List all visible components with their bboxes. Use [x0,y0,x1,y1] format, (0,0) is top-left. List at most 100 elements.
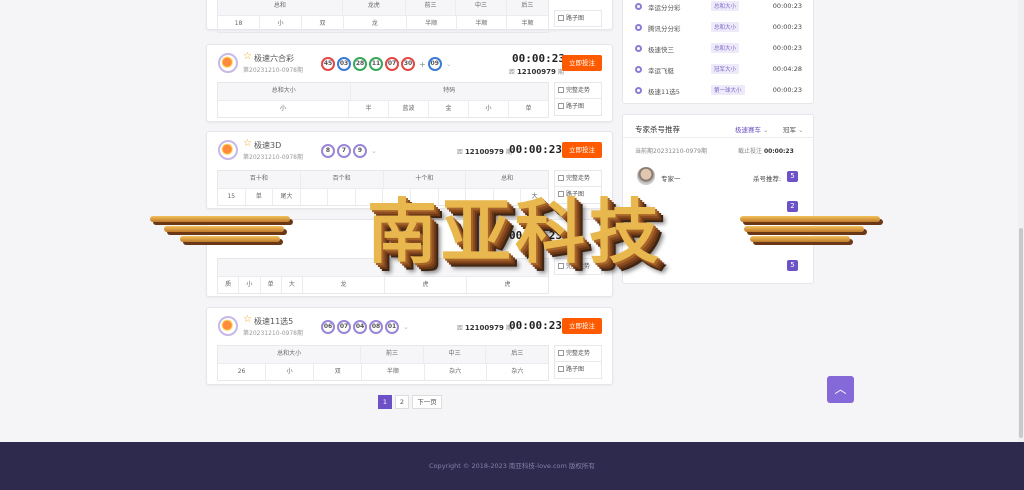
table-header: 总和大小 [271,87,296,94]
special-ball: 09 [427,57,442,71]
deadline: 截止投注 00:00:23 [738,148,794,155]
list-item[interactable]: 腾讯分分彩 总和大小 00:00:23 [633,21,805,35]
table-cell: 半顺 [506,16,548,32]
grid-icon [558,103,564,109]
result-ball: 07 [385,57,399,71]
table-cell: 杂六 [485,364,548,380]
list-item[interactable]: 幸运飞艇 冠军大小 00:04:28 [633,63,805,77]
game-name[interactable]: 极速11选5 [254,316,293,327]
result-table: 总和大小 特码 小 半 蓝波 金 小 单 [217,82,549,118]
game-period: 第20231210-0978期 [243,154,303,161]
game-card-header: ☆ 极速3D 第20231210-0978期 8 7 9 ⌄ 距 1210097… [207,132,612,168]
table-cell: 蓝波 [388,101,428,117]
table-cell: 半 [348,101,388,117]
full-trend-button[interactable]: 完整走势 [554,82,602,99]
full-trend-button[interactable]: 完整走势 [554,345,602,362]
back-to-top-button[interactable]: ︿ [827,376,854,403]
table-header: 中三 [422,346,486,363]
table-header: 特码 [349,83,548,100]
current-period: 当前期20231210-0979期 [635,148,707,155]
game-name[interactable]: 极速六合彩 [254,53,294,64]
game-card-header: ☆ 极速11选5 第20231210-0978期 06 07 04 08 01 … [207,308,612,344]
countdown-timer: 00:00:23 [509,143,562,156]
game-name[interactable]: 极速3D [254,140,281,151]
bet-now-button[interactable]: 立即投注 [562,142,602,158]
status-badge: 总和大小 [711,43,740,53]
side-links: 路子图 [554,10,602,27]
result-balls: 06 07 04 08 01 ⌄ [321,320,409,334]
table-header: 中三 [455,0,506,15]
kill-number: 5 [787,171,798,182]
circle-icon [635,24,642,31]
result-ball: 11 [369,57,383,71]
list-item[interactable]: 极速快三 总和大小 00:00:23 [633,42,805,56]
countdown-timer: 00:00:23 [509,319,562,332]
divider [623,137,813,138]
chevron-down-icon[interactable]: ⌄ [371,147,377,155]
game-logo-icon [218,316,238,336]
favorite-star-icon[interactable]: ☆ [243,139,252,149]
result-ball: 08 [369,320,383,334]
favorite-star-icon[interactable]: ☆ [243,52,252,62]
chevron-down-icon[interactable]: ⌄ [446,60,452,68]
table-cell: 金 [428,101,468,117]
table-cell: 小 [265,364,313,380]
copyright: Copyright © 2018-2023 南亚科技-love.com 版权所有 [429,462,595,470]
table-cell: 半顺 [361,364,423,380]
chevron-down-icon: ⌄ [763,126,769,134]
expert-select-game[interactable]: 极速赛车 ⌄ [735,124,769,134]
side-links: 完整走势 路子图 [554,82,602,116]
table-cell: 双 [313,364,361,380]
table-cell: 双 [301,16,343,32]
table-cell: 18 [234,20,243,27]
result-ball: 01 [385,320,399,334]
road-map-button[interactable]: 路子图 [554,10,602,27]
result-ball: 06 [321,320,335,334]
footer: Copyright © 2018-2023 南亚科技-love.com 版权所有 [0,442,1024,490]
result-ball: 04 [353,320,367,334]
next-page-button[interactable]: 下一页 [412,395,442,409]
bet-now-button[interactable]: 立即投注 [562,318,602,334]
table-cell: 单 [508,101,548,117]
bet-now-button[interactable]: 立即投注 [562,55,602,71]
expert-title: 专家杀号推荐 [635,125,680,134]
circle-icon [635,45,642,52]
expert-select-position[interactable]: 冠军 ⌄ [783,124,804,134]
result-table: 总和 龙虎 前三 中三 后三 18 小 双 龙 半顺 半顺 半顺 [217,0,549,33]
table-header: 总和 [273,2,286,9]
table-header: 总和大小 [277,350,302,357]
chevron-up-icon: ︿ [834,382,847,396]
chevron-down-icon[interactable]: ⌄ [403,323,409,331]
result-ball: 45 [321,57,335,71]
scrollbar-thumb[interactable] [1019,228,1023,438]
result-ball: 07 [337,320,351,334]
result-ball: 03 [337,57,351,71]
result-ball: 30 [401,57,415,71]
grid-icon [558,15,564,21]
next-draw: 距 12100979 期 [509,68,564,76]
circle-icon [635,66,642,73]
road-map-button[interactable]: 路子图 [554,99,602,116]
game-logo-icon [218,140,238,160]
scrollbar[interactable] [1018,0,1024,442]
table-header: 后三 [485,346,548,363]
favorite-star-icon[interactable]: ☆ [243,315,252,325]
status-badge: 总和大小 [711,1,740,11]
list-item[interactable]: 极速11选5 第一球大小 00:00:23 [633,84,805,98]
game-card: ☆ 极速11选5 第20231210-0978期 06 07 04 08 01 … [206,307,613,385]
road-map-button[interactable]: 路子图 [554,362,602,379]
status-badge: 冠军大小 [711,64,740,74]
circle-icon [635,87,642,94]
next-draw: 距 12100979 期 [457,148,512,156]
table-header: 后三 [505,0,548,15]
page-2-button[interactable]: 2 [395,395,409,409]
result-table: 总和大小 前三 中三 后三 26 小 双 半顺 杂六 杂六 [217,345,549,381]
watermark-logo: 南亚科技 [150,182,880,292]
table-cell: 杂六 [423,364,486,380]
wing-right-decoration [730,216,880,260]
table-cell: 小 [468,101,508,117]
page-1-button[interactable]: 1 [378,395,392,409]
list-item[interactable]: 幸运分分彩 总和大小 00:00:23 [633,0,805,14]
result-ball: 7 [337,144,351,158]
table-cell: 半顺 [405,16,456,32]
